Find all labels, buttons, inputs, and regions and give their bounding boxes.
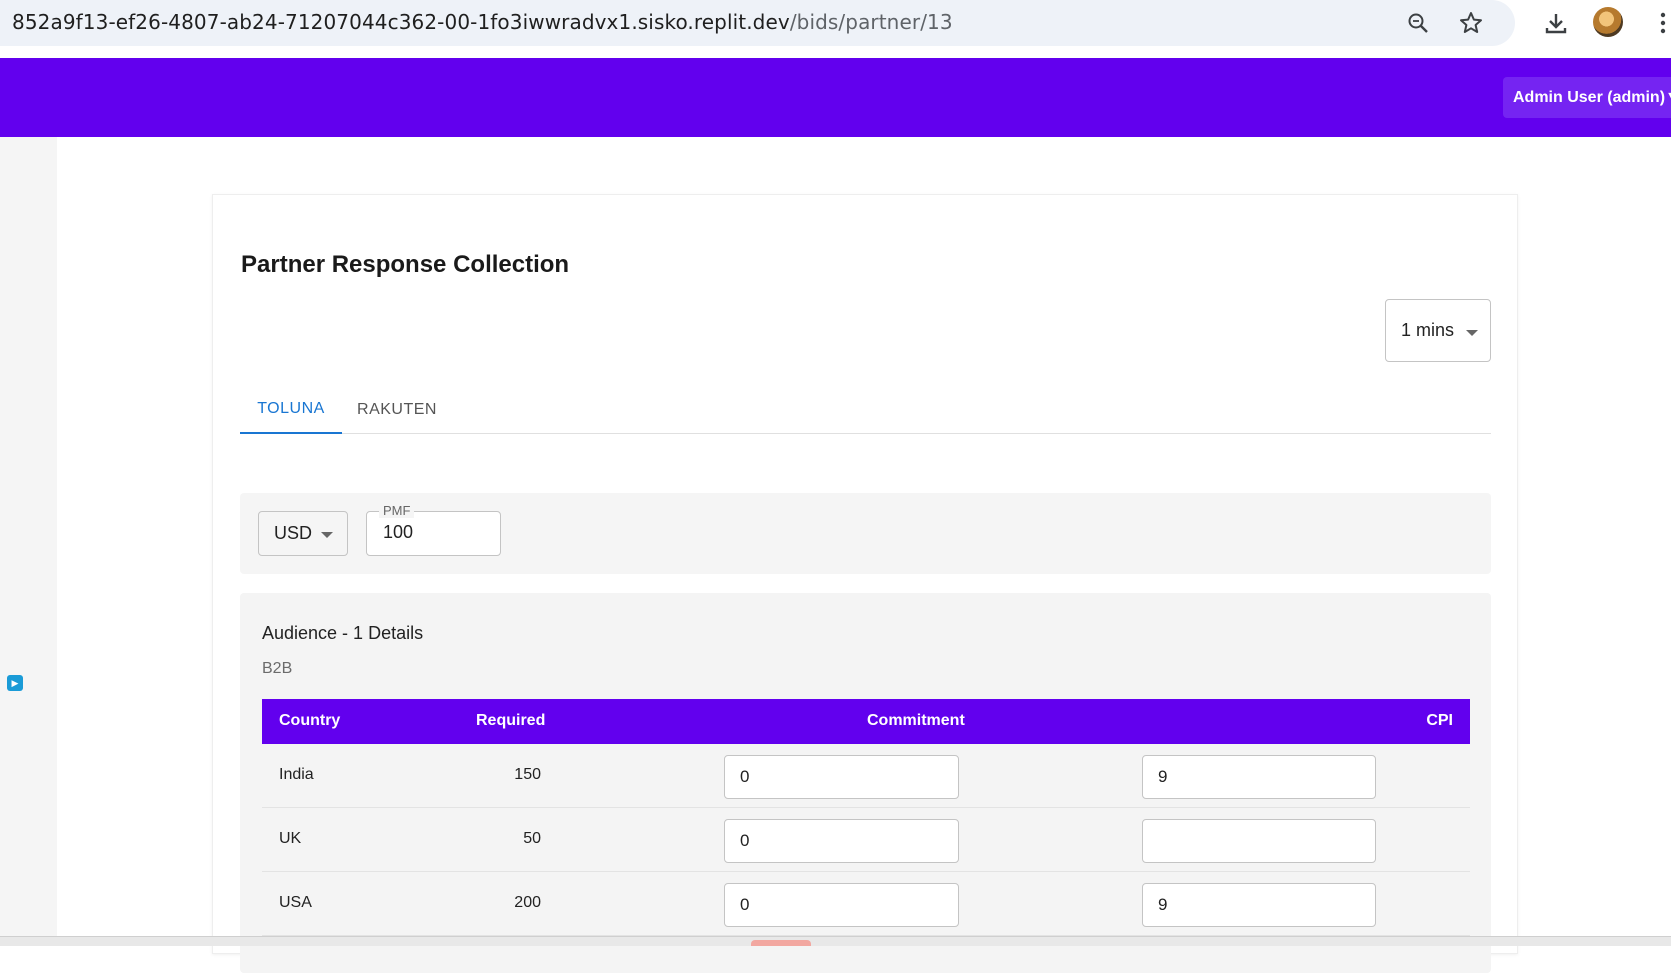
required-cell: 200 bbox=[514, 894, 541, 911]
required-cell: 50 bbox=[523, 830, 541, 847]
pmf-label: PMF bbox=[379, 503, 415, 518]
star-icon[interactable] bbox=[1456, 8, 1486, 38]
cpi-input[interactable] bbox=[1142, 883, 1376, 927]
table-header: Country Required Commitment CPI bbox=[262, 699, 1470, 744]
audience-title: Audience - 1 Details bbox=[262, 623, 424, 643]
play-icon[interactable]: ▶ bbox=[7, 675, 23, 691]
commitment-input[interactable] bbox=[724, 755, 959, 799]
page-title: Partner Response Collection bbox=[241, 251, 570, 278]
audience-table: Country Required Commitment CPI India 15… bbox=[262, 699, 1470, 936]
kebab-menu-icon[interactable] bbox=[1648, 8, 1671, 38]
browser-toolbar: 852a9f13-ef26-4807-ab24-71207044c362-00-… bbox=[0, 0, 1671, 56]
column-header-cpi: CPI bbox=[1426, 712, 1453, 729]
table-row: India 150 bbox=[262, 744, 1470, 808]
profile-avatar[interactable] bbox=[1593, 7, 1623, 37]
commitment-input[interactable] bbox=[724, 883, 959, 927]
horizontal-scrollbar[interactable] bbox=[0, 936, 1671, 946]
country-cell: UK bbox=[279, 830, 302, 847]
address-bar[interactable]: 852a9f13-ef26-4807-ab24-71207044c362-00-… bbox=[0, 0, 1515, 46]
settings-panel: USD PMF bbox=[240, 493, 1491, 574]
currency-select[interactable]: USD bbox=[258, 511, 348, 556]
scroll-indicator bbox=[751, 940, 811, 946]
download-icon[interactable] bbox=[1541, 8, 1571, 38]
cpi-input[interactable] bbox=[1142, 819, 1376, 863]
zoom-icon[interactable] bbox=[1403, 8, 1433, 38]
table-row: USA 200 bbox=[262, 872, 1470, 936]
partner-response-card: Partner Response Collection 1 mins TOLUN… bbox=[212, 194, 1518, 973]
chevron-down-icon bbox=[1466, 330, 1478, 336]
chevron-down-icon bbox=[321, 532, 333, 538]
country-cell: India bbox=[279, 766, 314, 783]
pmf-field[interactable]: PMF bbox=[366, 503, 501, 556]
interval-select-value: 1 mins bbox=[1401, 320, 1455, 340]
audience-panel: Audience - 1 Details B2B Country Require… bbox=[240, 593, 1491, 973]
required-cell: 150 bbox=[514, 766, 541, 783]
commitment-input[interactable] bbox=[724, 819, 959, 863]
tab-toluna[interactable]: TOLUNA bbox=[240, 385, 342, 434]
app-header: Admin User (admin)▼ bbox=[0, 58, 1671, 137]
column-header-country: Country bbox=[279, 712, 341, 729]
interval-select[interactable]: 1 mins bbox=[1385, 299, 1491, 362]
left-sidebar: ▶ bbox=[0, 137, 57, 937]
user-menu-button[interactable]: Admin User (admin)▼ bbox=[1503, 77, 1671, 118]
column-header-commitment: Commitment bbox=[867, 712, 965, 729]
pmf-input[interactable] bbox=[383, 522, 483, 543]
column-header-required: Required bbox=[476, 712, 546, 729]
url-host: 852a9f13-ef26-4807-ab24-71207044c362-00-… bbox=[12, 10, 790, 34]
tab-rakuten[interactable]: RAKUTEN bbox=[342, 385, 452, 434]
currency-select-value: USD bbox=[274, 523, 313, 543]
url-path: /bids/partner/13 bbox=[789, 10, 953, 34]
audience-subtitle: B2B bbox=[262, 660, 293, 677]
partner-tabs: TOLUNA RAKUTEN bbox=[240, 385, 1491, 434]
country-cell: USA bbox=[279, 894, 312, 911]
table-row: UK 50 bbox=[262, 808, 1470, 872]
cpi-input[interactable] bbox=[1142, 755, 1376, 799]
url-text[interactable]: 852a9f13-ef26-4807-ab24-71207044c362-00-… bbox=[12, 10, 953, 34]
